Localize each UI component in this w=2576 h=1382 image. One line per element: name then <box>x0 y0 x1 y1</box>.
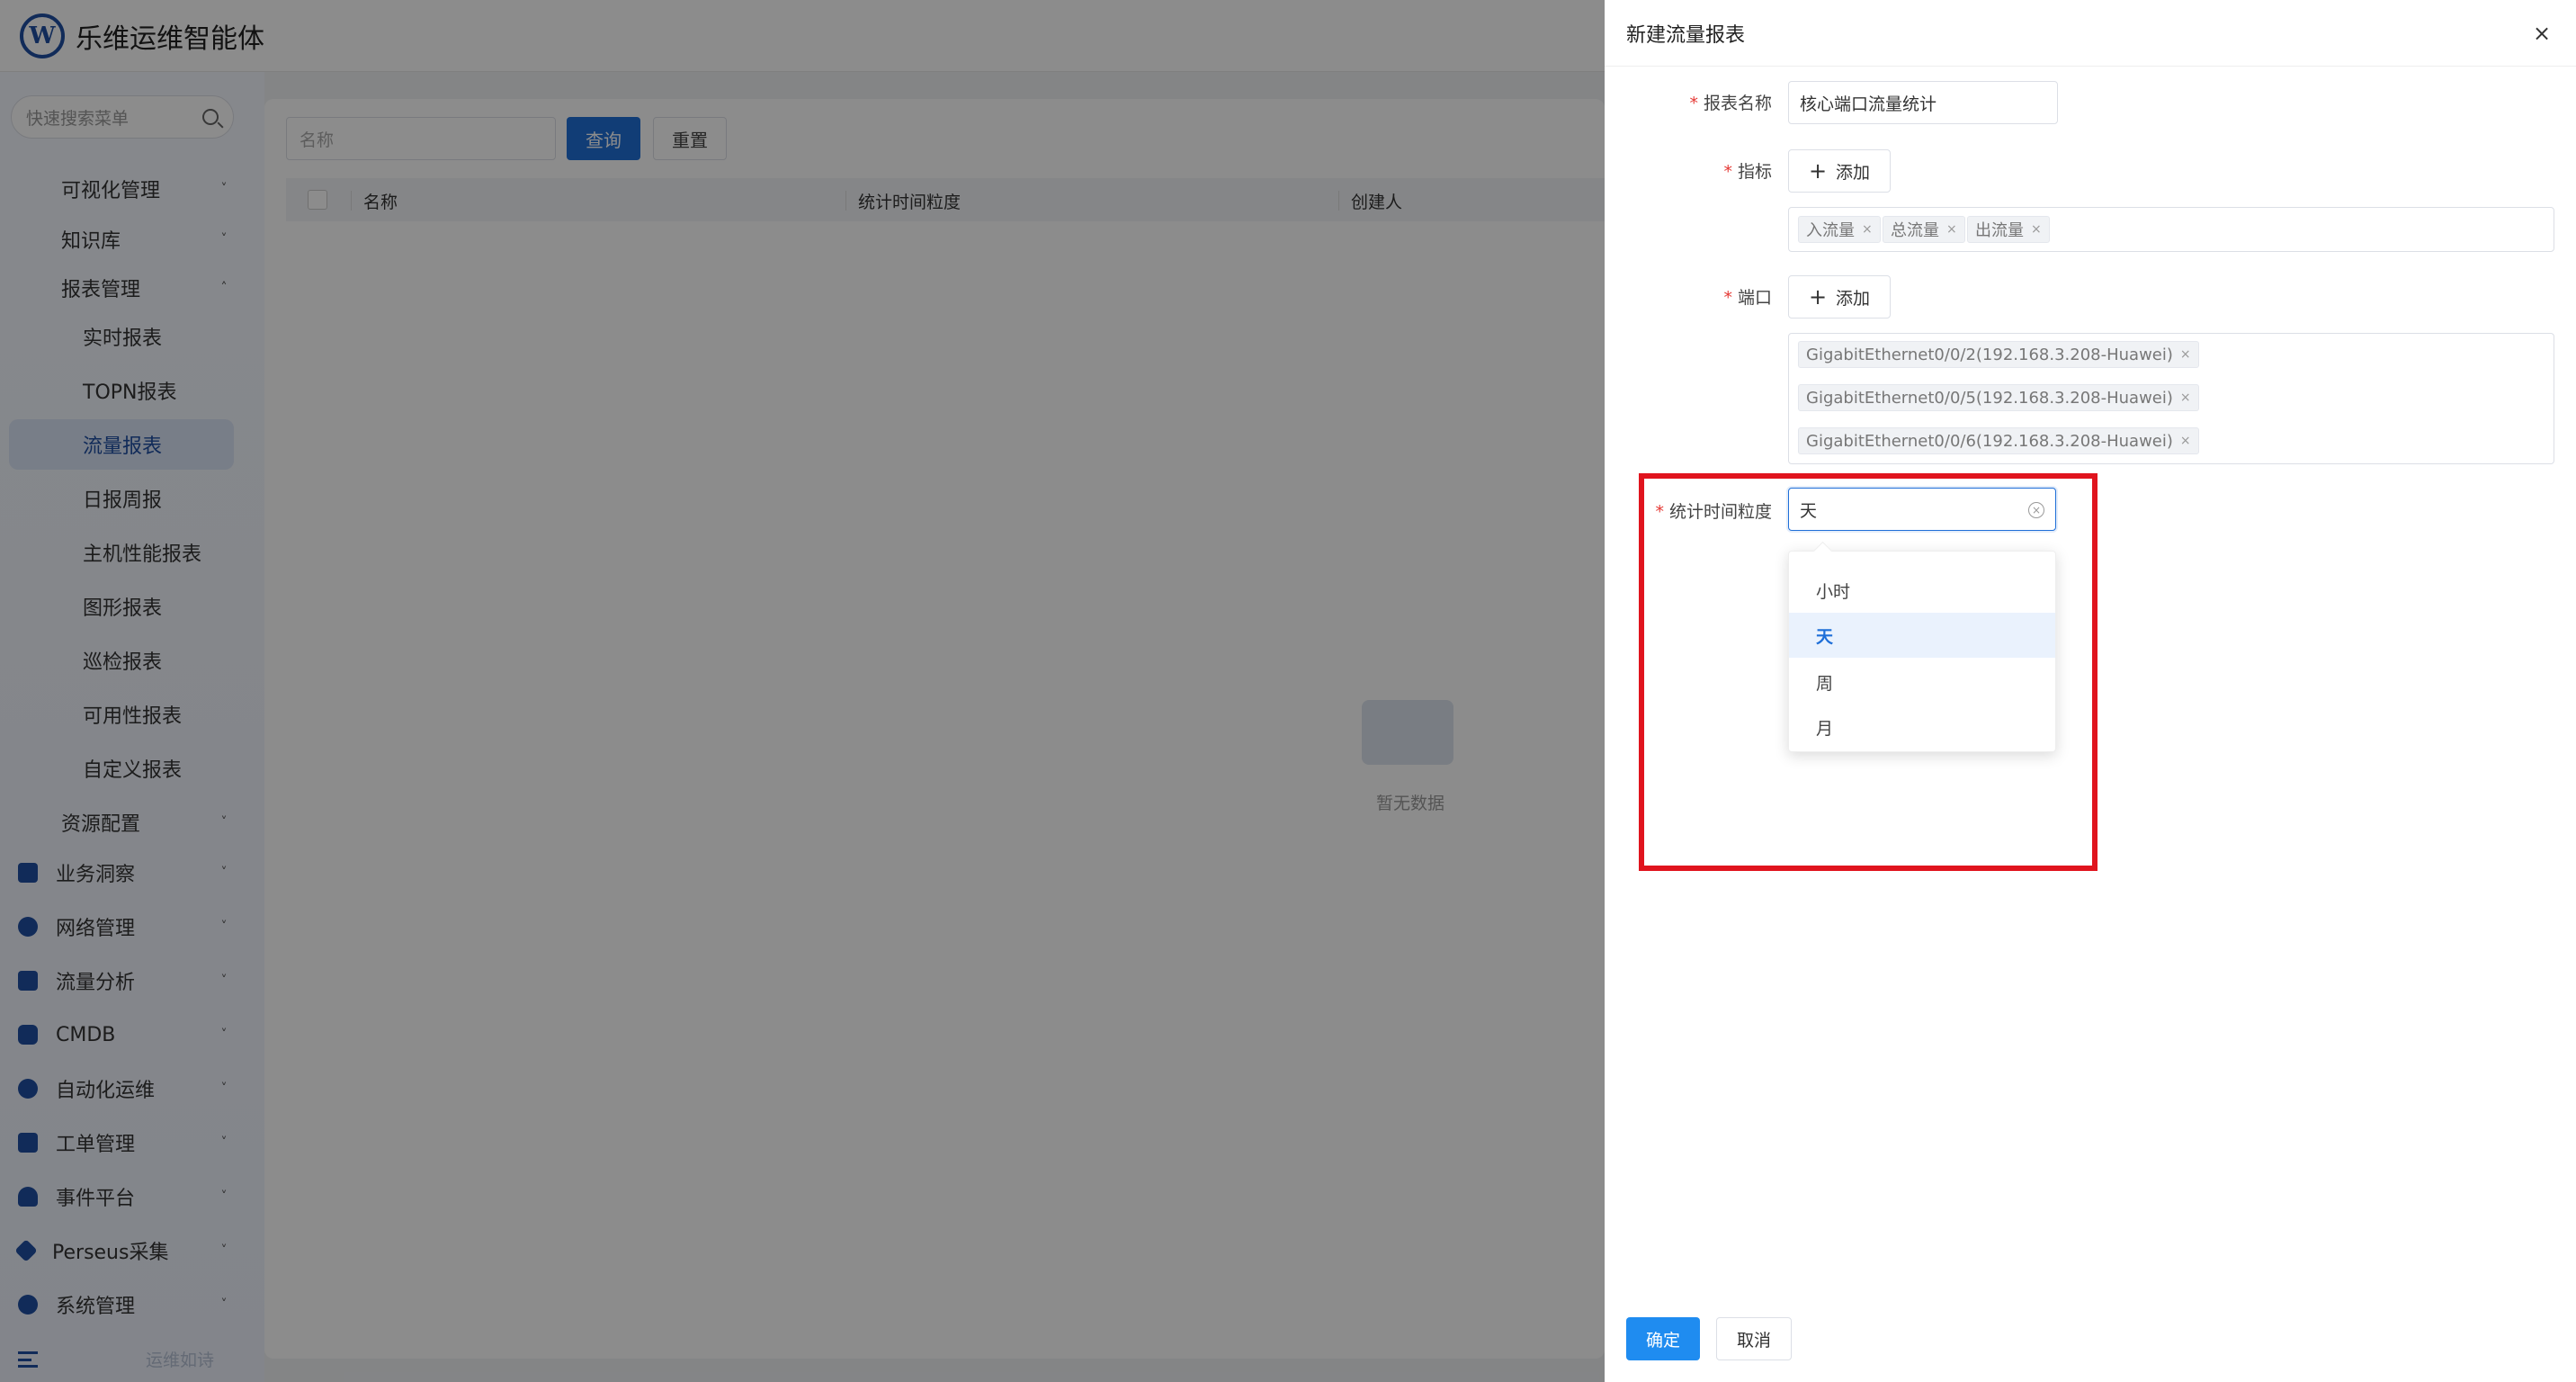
port-label: * 端口 <box>1723 288 1772 308</box>
drawer-title: 新建流量报表 <box>1626 23 1746 47</box>
close-icon[interactable]: × <box>2522 21 2562 46</box>
report-name-input[interactable]: 核心端口流量统计 <box>1788 81 2058 124</box>
confirm-button[interactable]: 确定 <box>1626 1317 1700 1360</box>
tag-close-icon[interactable]: × <box>2180 434 2191 448</box>
add-port-button[interactable]: + 添加 <box>1788 275 1891 319</box>
required-mark: * <box>1723 288 1732 308</box>
tag-close-icon[interactable]: × <box>2031 222 2042 237</box>
tag-close-icon[interactable]: × <box>2180 347 2191 362</box>
plus-icon: + <box>1808 284 1828 310</box>
tag-close-icon[interactable]: × <box>2180 390 2191 405</box>
highlight-box <box>1639 473 2097 871</box>
port-tag: GigabitEthernet0/0/5(192.168.3.208-Huawe… <box>1798 384 2199 411</box>
plus-icon: + <box>1808 158 1828 184</box>
tag-close-icon[interactable]: × <box>1946 222 1957 237</box>
tag-close-icon[interactable]: × <box>1862 222 1873 237</box>
metric-tag: 入流量 × <box>1798 216 1881 243</box>
port-tag: GigabitEthernet0/0/6(192.168.3.208-Huawe… <box>1798 427 2199 454</box>
metric-tag-box[interactable]: 入流量 × 总流量 × 出流量 × <box>1788 207 2554 252</box>
required-mark: * <box>1689 94 1698 113</box>
report-name-label: * 报表名称 <box>1689 94 1772 113</box>
cancel-button[interactable]: 取消 <box>1716 1317 1792 1360</box>
metric-tag: 总流量 × <box>1883 216 1965 243</box>
add-metric-button[interactable]: + 添加 <box>1788 149 1891 193</box>
modal-overlay[interactable] <box>0 0 1605 1382</box>
metric-tag: 出流量 × <box>1967 216 2050 243</box>
port-tag: GigabitEthernet0/0/2(192.168.3.208-Huawe… <box>1798 341 2199 368</box>
drawer-header: 新建流量报表 × <box>1605 0 2576 67</box>
port-tag-box[interactable]: GigabitEthernet0/0/2(192.168.3.208-Huawe… <box>1788 333 2554 464</box>
required-mark: * <box>1723 162 1732 182</box>
metric-label: * 指标 <box>1723 162 1772 182</box>
